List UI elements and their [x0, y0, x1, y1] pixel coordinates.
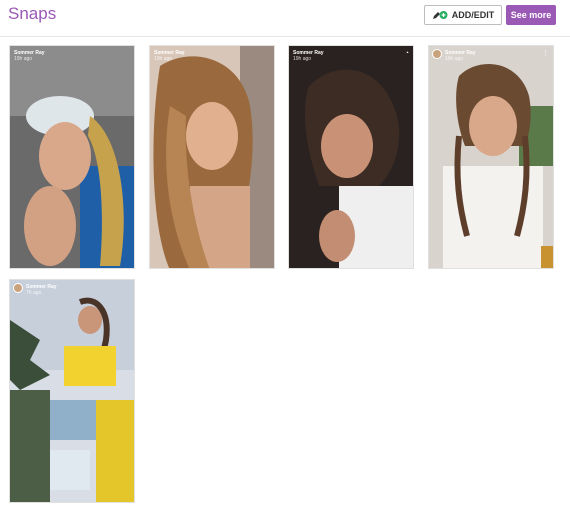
snap-time: 19h ago	[293, 56, 312, 62]
snap-time: 7h ago	[26, 290, 42, 296]
snap-card-5[interactable]: Sommer Ray 7h ago	[9, 279, 135, 503]
snap-time: 19h ago	[14, 56, 33, 62]
author-avatar	[13, 283, 23, 293]
snap-meta: Sommer Ray 19h ago	[445, 50, 476, 62]
snap-meta: Sommer Ray 19h ago	[154, 50, 185, 62]
snap-meta: Sommer Ray 19h ago	[14, 50, 45, 62]
loading-icon: ◔	[404, 50, 409, 57]
add-edit-button[interactable]: ADD/EDIT	[424, 5, 502, 25]
author-avatar	[432, 49, 442, 59]
snap-thumbnail	[10, 280, 134, 502]
snap-thumbnail	[150, 46, 274, 268]
section-title: Snaps	[8, 4, 57, 23]
snap-card-4[interactable]: Sommer Ray 19h ago ⋮	[428, 45, 554, 269]
snap-card-2[interactable]: Sommer Ray 19h ago	[149, 45, 275, 269]
snap-card-3[interactable]: Sommer Ray 19h ago ◔	[288, 45, 414, 269]
snap-meta: Sommer Ray 7h ago	[26, 284, 57, 296]
snap-thumbnail	[429, 46, 553, 268]
see-more-button[interactable]: See more	[506, 5, 556, 25]
snap-time: 19h ago	[445, 56, 464, 62]
add-edit-label: ADD/EDIT	[451, 10, 495, 20]
more-vertical-icon[interactable]: ⋮	[542, 50, 549, 57]
section-header: Snaps ADD/EDIT See more	[0, 0, 570, 37]
snap-time: 19h ago	[154, 56, 173, 62]
snap-meta: Sommer Ray 19h ago	[293, 50, 324, 62]
snap-thumbnail	[289, 46, 413, 268]
snap-card-1[interactable]: Sommer Ray 19h ago	[9, 45, 135, 269]
edit-add-icon	[432, 10, 448, 20]
snap-thumbnail	[10, 46, 134, 268]
